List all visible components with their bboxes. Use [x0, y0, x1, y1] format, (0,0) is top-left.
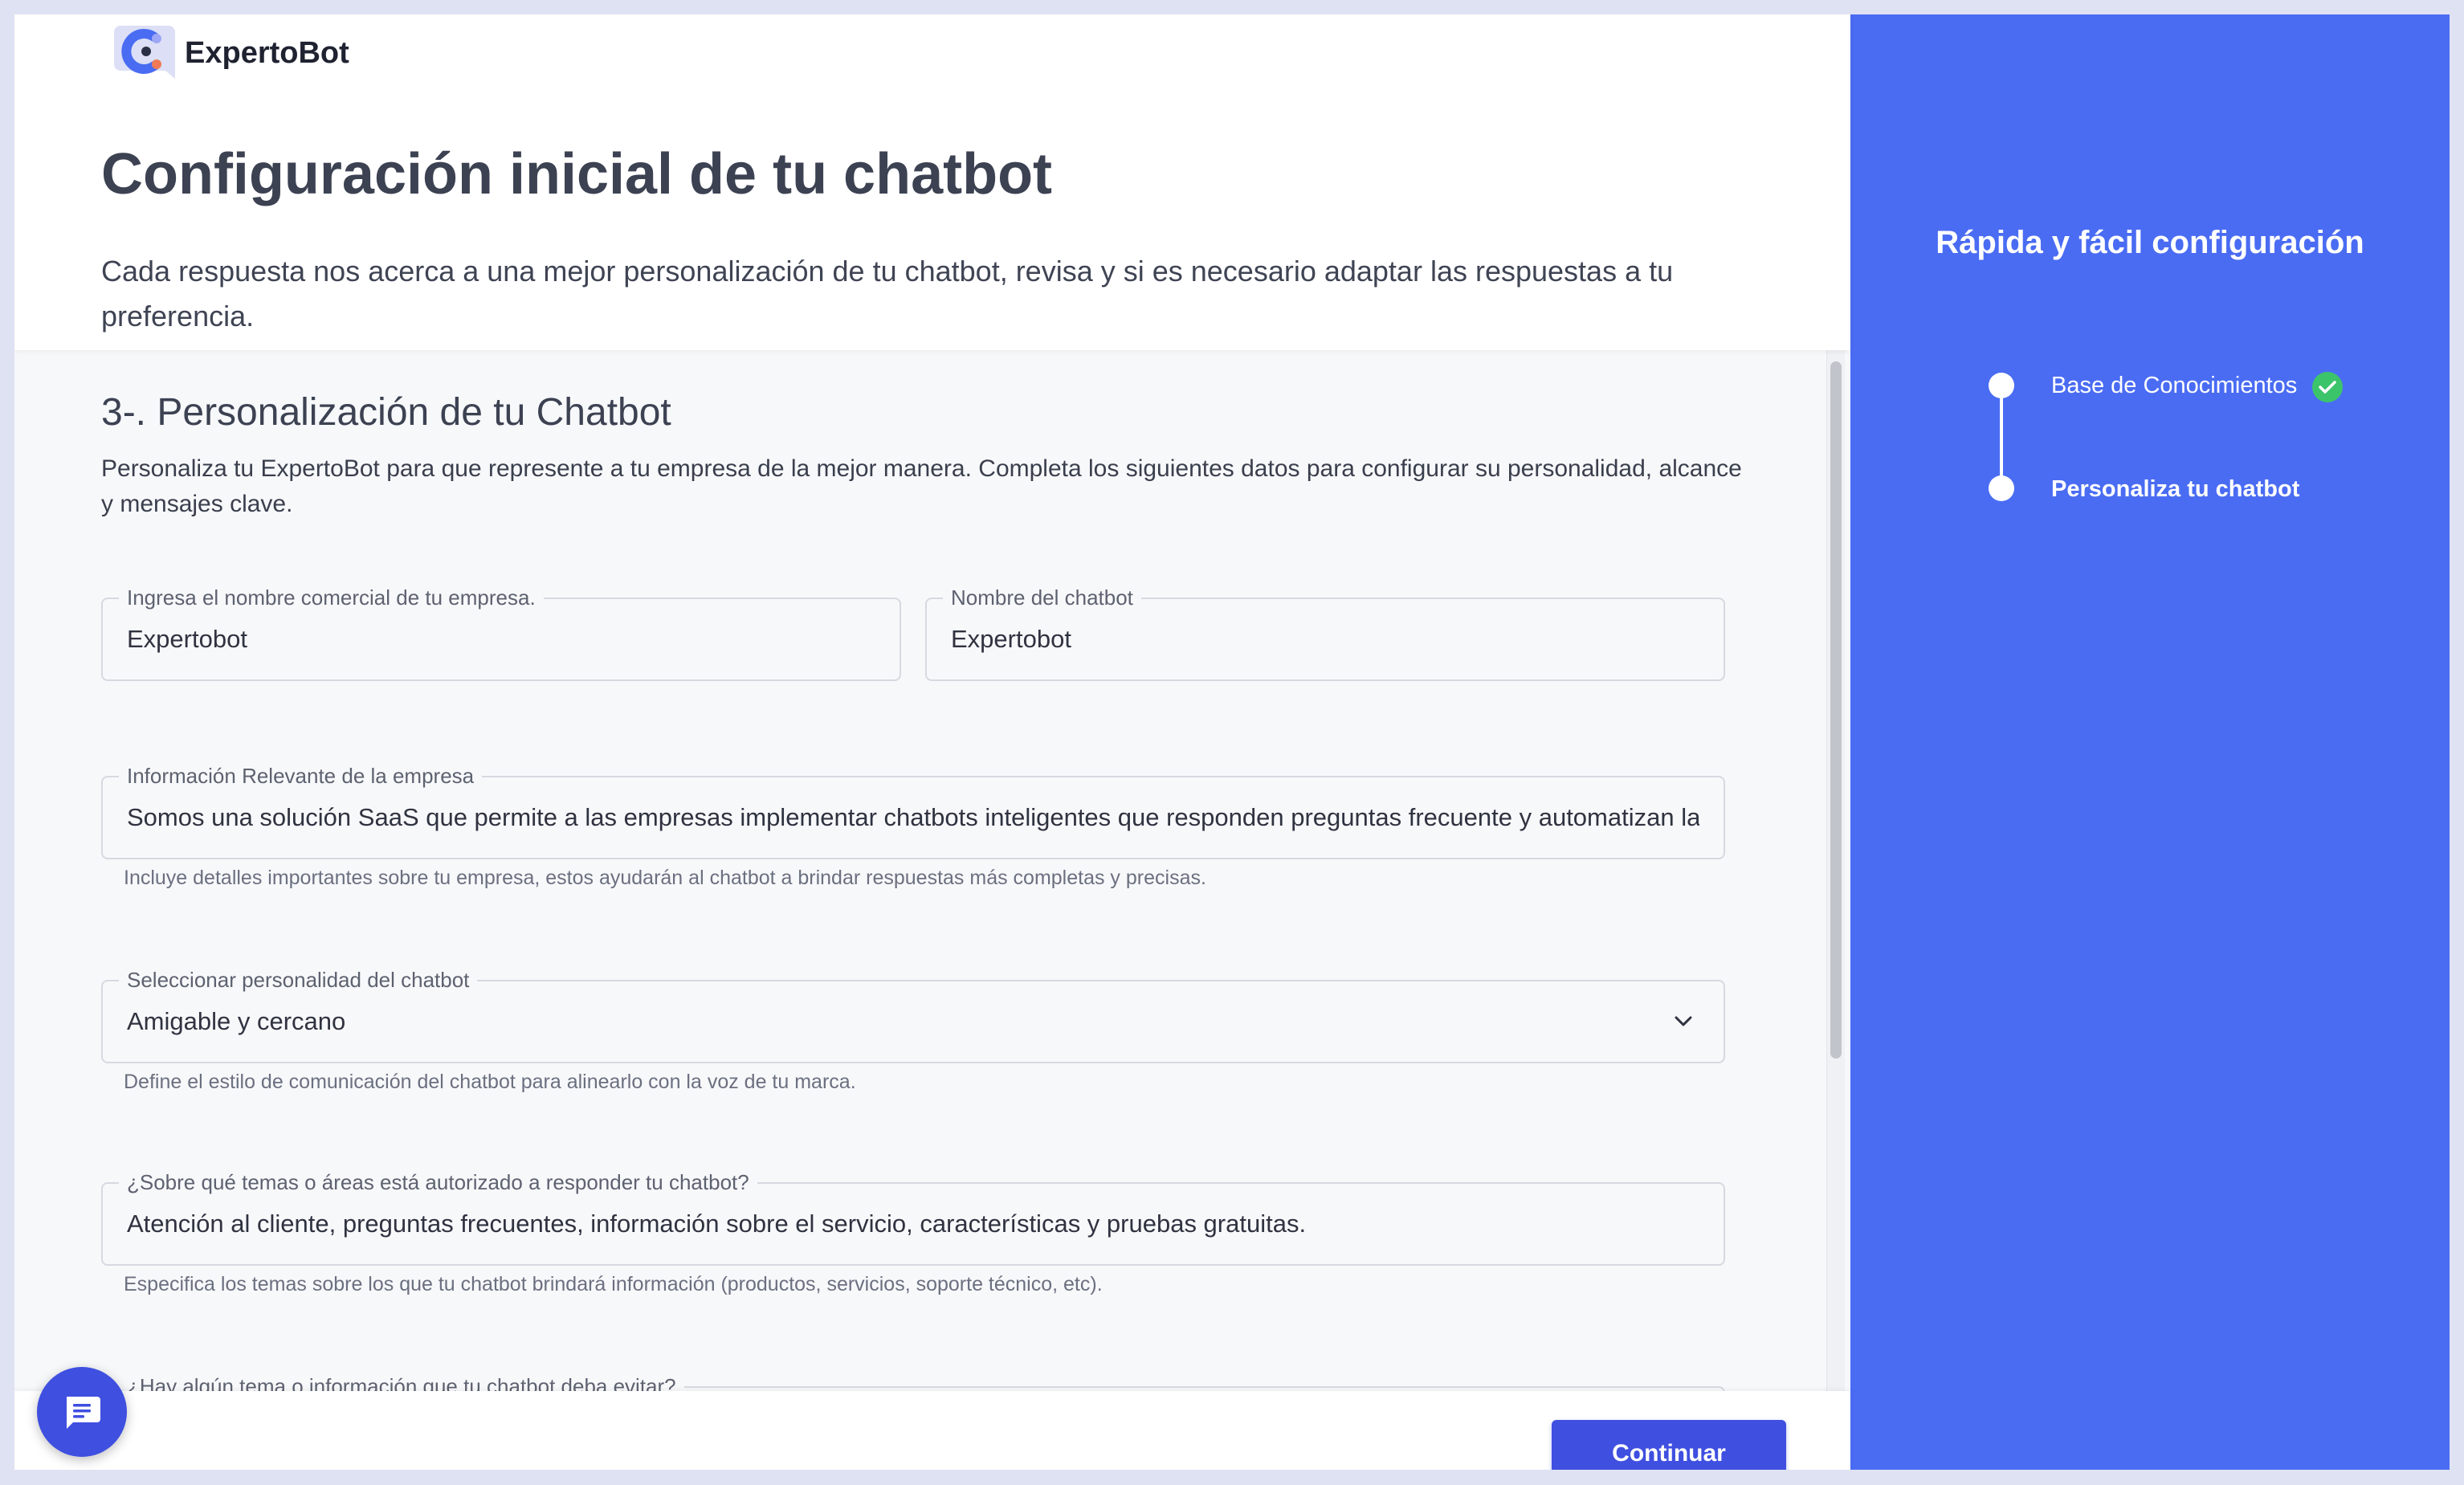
company-info-field[interactable]: Información Relevante de la empresa Somo…	[101, 761, 1725, 859]
company-info-helper: Incluye detalles importantes sobre tu em…	[124, 867, 1206, 889]
topics-helper: Especifica los temas sobre los que tu ch…	[124, 1273, 1103, 1295]
chevron-down-icon[interactable]	[1671, 1009, 1696, 1034]
chatbot-name-field[interactable]: Nombre del chatbot Expertobot	[925, 583, 1725, 681]
step-dot-knowledge-base	[1989, 373, 2014, 398]
app-frame: ExpertoBot Configuración inicial de tu c…	[14, 14, 2450, 1470]
step-label-knowledge-base: Base de Conocimientos	[2051, 373, 2298, 398]
scrollbar[interactable]	[1826, 350, 1845, 1402]
logo-icon	[114, 26, 175, 79]
step-connector	[2000, 386, 2003, 488]
form-scroll-area[interactable]: 3-. Personalización de tu Chatbot Person…	[14, 350, 1850, 1470]
section-title: 3-. Personalización de tu Chatbot	[101, 391, 671, 434]
chatbot-name-input[interactable]: Expertobot	[951, 599, 1699, 679]
personality-select[interactable]: Seleccionar personalidad del chatbot Ami…	[101, 965, 1725, 1063]
company-name-input[interactable]: Expertobot	[127, 599, 875, 679]
chat-icon	[67, 1397, 100, 1429]
section-description: Personaliza tu ExpertoBot para que repre…	[101, 455, 1742, 517]
page-footer: Continuar	[14, 1391, 1850, 1470]
personality-value: Amigable y cercano	[127, 1007, 346, 1035]
page-header: ExpertoBot Configuración inicial de tu c…	[14, 14, 1850, 350]
personality-helper: Define el estilo de comunicación del cha…	[124, 1071, 856, 1093]
main-pane: ExpertoBot Configuración inicial de tu c…	[14, 14, 1850, 1470]
step-label-personalize: Personaliza tu chatbot	[2051, 476, 2300, 502]
company-info-input[interactable]: Somos una solución SaaS que permite a la…	[127, 777, 1699, 858]
topics-input[interactable]: Atención al cliente, preguntas frecuente…	[127, 1184, 1699, 1264]
brand-name: ExpertoBot	[185, 35, 349, 70]
company-name-field[interactable]: Ingresa el nombre comercial de tu empres…	[101, 583, 901, 681]
sidebar-title: Rápida y fácil configuración	[1936, 225, 2364, 260]
brand-logo[interactable]: ExpertoBot	[112, 19, 349, 87]
continue-button[interactable]: Continuar	[1552, 1420, 1786, 1470]
topics-field[interactable]: ¿Sobre qué temas o áreas está autorizado…	[101, 1168, 1725, 1266]
chat-widget-button[interactable]	[37, 1367, 127, 1457]
page-description: Cada respuesta nos acerca a una mejor pe…	[101, 255, 1674, 332]
check-icon	[2312, 372, 2343, 402]
progress-sidebar: Rápida y fácil configuración Base de Con…	[1850, 14, 2450, 1470]
page-title: Configuración inicial de tu chatbot	[101, 142, 1053, 206]
step-dot-personalize	[1989, 475, 2014, 501]
scrollbar-thumb[interactable]	[1830, 361, 1842, 1059]
